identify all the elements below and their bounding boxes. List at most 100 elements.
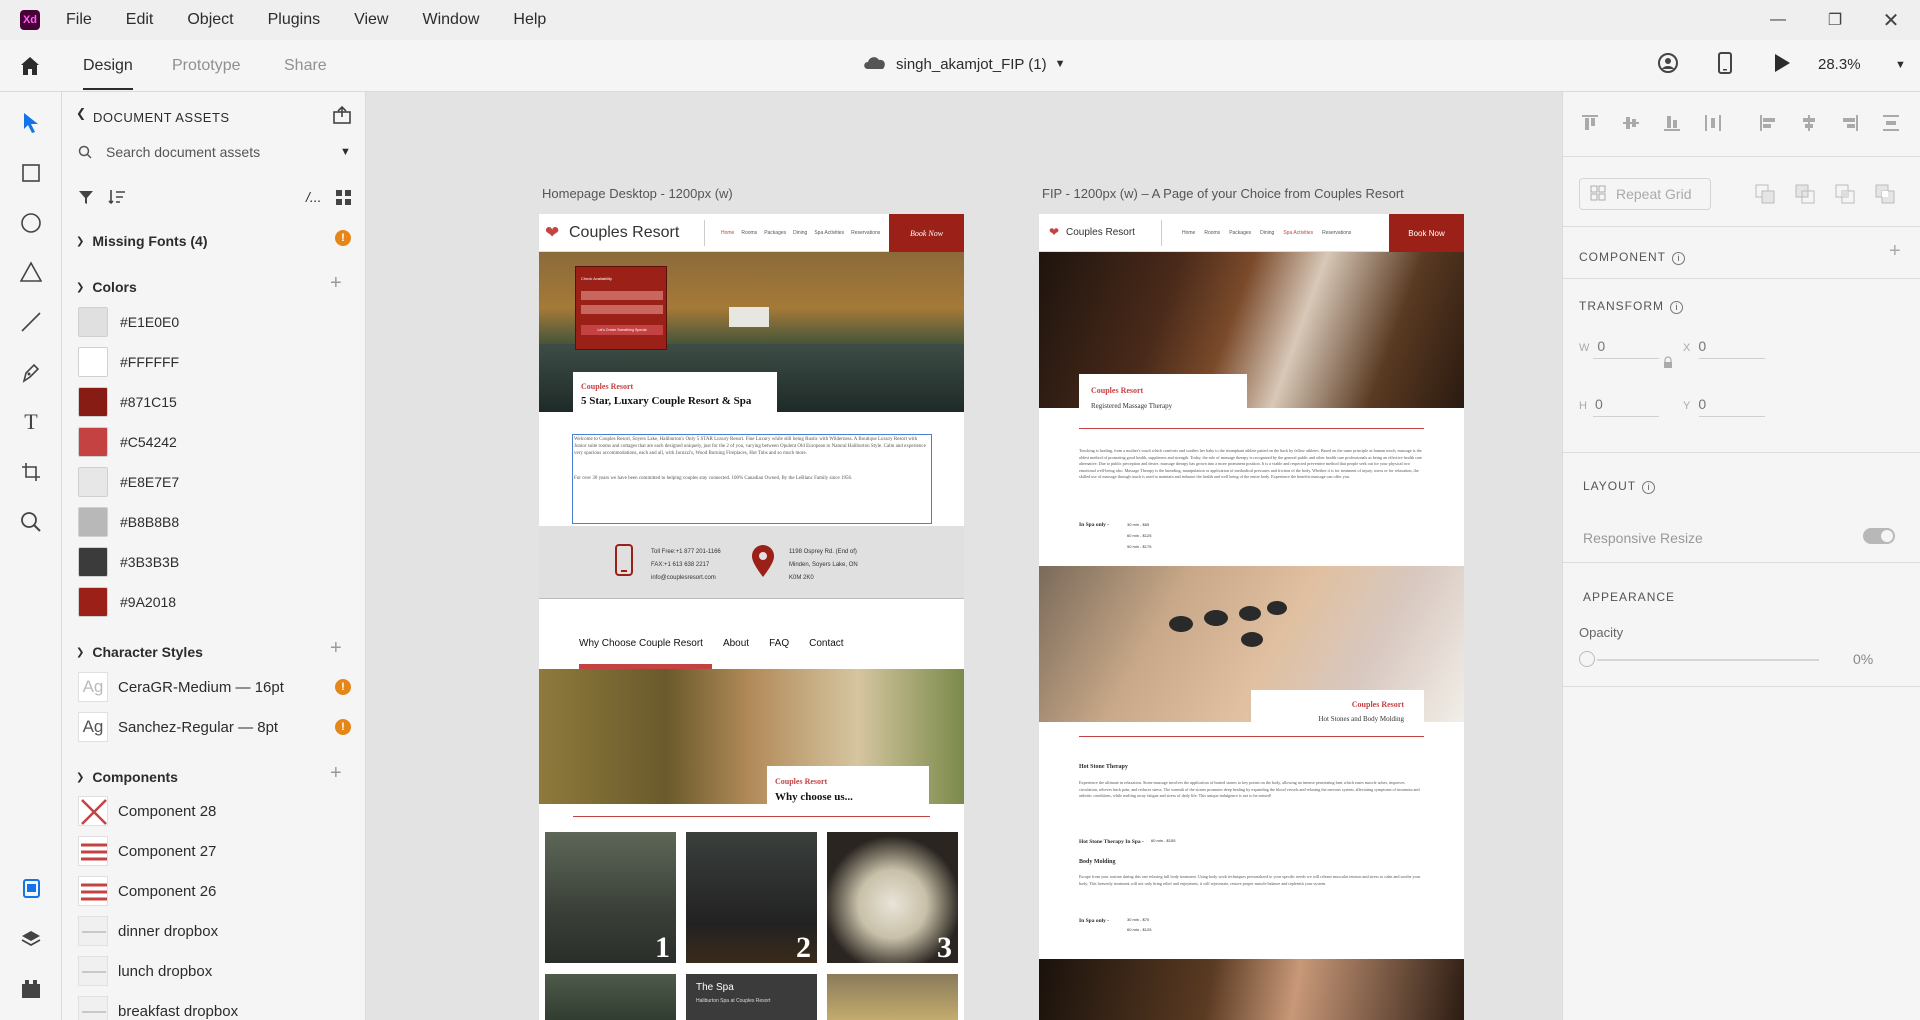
device-preview-icon[interactable] xyxy=(1717,52,1733,79)
align-middle-icon[interactable] xyxy=(1622,114,1640,137)
align-top-icon[interactable] xyxy=(1581,114,1599,137)
responsive-resize-toggle[interactable] xyxy=(1863,528,1895,544)
width-field[interactable]: W0 xyxy=(1579,338,1605,354)
lock-aspect-icon[interactable] xyxy=(1662,356,1674,375)
add-boolean-icon[interactable] xyxy=(1755,184,1775,209)
menu-edit[interactable]: Edit xyxy=(126,11,154,29)
component-row[interactable]: lunch dropbox xyxy=(78,956,212,986)
color-swatch-row[interactable]: #C54242 xyxy=(78,427,177,457)
color-swatch-row[interactable]: #E8E7E7 xyxy=(78,467,179,497)
align-center-icon[interactable] xyxy=(1800,114,1818,137)
play-icon[interactable] xyxy=(1772,52,1792,79)
font-list-icon[interactable]: /... xyxy=(306,189,322,205)
character-style-row[interactable]: Ag Sanchez-Regular — 8pt xyxy=(78,712,278,742)
stone-shape xyxy=(1239,606,1261,621)
distribute-horizontal-icon[interactable] xyxy=(1704,114,1722,137)
rectangle-tool-icon[interactable] xyxy=(19,161,43,185)
component-row[interactable]: dinner dropbox xyxy=(78,916,218,946)
design-canvas[interactable]: Homepage Desktop - 1200px (w) ❤ Couples … xyxy=(366,92,1562,1020)
pen-tool-icon[interactable] xyxy=(19,360,43,384)
grid-view-icon[interactable] xyxy=(336,190,351,210)
share-user-icon[interactable] xyxy=(1657,52,1679,79)
colors-section[interactable]: ❯ Colors xyxy=(76,279,137,295)
color-swatch-row[interactable]: #B8B8B8 xyxy=(78,507,179,537)
color-swatch-row[interactable]: #FFFFFF xyxy=(78,347,179,377)
x-field[interactable]: X0 xyxy=(1683,338,1706,354)
align-bottom-icon[interactable] xyxy=(1663,114,1681,137)
plugins-panel-icon[interactable] xyxy=(19,977,43,1001)
sort-icon[interactable] xyxy=(108,188,126,211)
width-value: 0 xyxy=(1597,338,1606,354)
search-input[interactable]: Search document assets xyxy=(106,144,260,160)
character-style-row[interactable]: Ag CeraGR-Medium — 16pt xyxy=(78,672,284,702)
minimize-icon[interactable]: — xyxy=(1755,0,1801,40)
menu-window[interactable]: Window xyxy=(422,11,479,29)
add-color-icon[interactable]: + xyxy=(330,272,342,295)
filter-icon[interactable] xyxy=(78,189,94,210)
subtract-boolean-icon[interactable] xyxy=(1795,184,1815,209)
y-field[interactable]: Y0 xyxy=(1683,396,1706,412)
artboard-label[interactable]: Homepage Desktop - 1200px (w) xyxy=(542,186,733,201)
opacity-value[interactable]: 0% xyxy=(1853,651,1873,667)
height-field[interactable]: H0 xyxy=(1579,396,1603,412)
export-icon[interactable] xyxy=(332,105,352,129)
opacity-slider-track[interactable] xyxy=(1597,659,1819,661)
add-component-icon[interactable]: + xyxy=(330,762,342,785)
tab-prototype[interactable]: Prototype xyxy=(172,57,240,75)
color-swatch-row[interactable]: #E1E0E0 xyxy=(78,307,179,337)
text-tool-icon[interactable]: T xyxy=(19,409,43,434)
tab-share[interactable]: Share xyxy=(284,57,327,75)
distribute-vertical-icon[interactable] xyxy=(1882,114,1900,137)
align-left-icon[interactable] xyxy=(1759,114,1777,137)
document-title[interactable]: singh_akamjot_FIP (1) ▼ xyxy=(862,54,1066,74)
info-icon[interactable]: i xyxy=(1642,481,1656,494)
layers-panel-icon[interactable] xyxy=(19,927,43,951)
polygon-tool-icon[interactable] xyxy=(19,260,43,284)
home-icon[interactable] xyxy=(18,54,42,83)
color-swatch-row[interactable]: #871C15 xyxy=(78,387,177,417)
divider xyxy=(1563,686,1920,687)
color-swatch-row[interactable]: #9A2018 xyxy=(78,587,176,617)
component-row[interactable]: Component 28 xyxy=(78,796,216,826)
line-tool-icon[interactable] xyxy=(19,310,43,334)
menu-help[interactable]: Help xyxy=(513,11,546,29)
menu-object[interactable]: Object xyxy=(187,11,233,29)
color-hex: #B8B8B8 xyxy=(120,514,180,530)
add-component-state-icon[interactable]: + xyxy=(1889,240,1901,263)
info-icon[interactable]: i xyxy=(1672,252,1685,265)
repeat-grid-button[interactable]: Repeat Grid xyxy=(1579,178,1711,210)
ellipse-tool-icon[interactable] xyxy=(19,211,43,235)
exclude-boolean-icon[interactable] xyxy=(1875,184,1895,209)
zoom-tool-icon[interactable] xyxy=(19,510,43,534)
align-right-icon[interactable] xyxy=(1841,114,1859,137)
artboard-homepage[interactable]: ❤ Couples Resort Home Rooms Packages Din… xyxy=(539,214,964,1020)
search-chevron-icon[interactable]: ▼ xyxy=(340,146,351,158)
zoom-chevron-icon[interactable]: ▼ xyxy=(1895,59,1906,71)
component-row[interactable]: breakfast dropbox xyxy=(78,996,238,1020)
info-icon[interactable]: i xyxy=(1670,301,1683,314)
missing-fonts-section[interactable]: ❯ Missing Fonts (4) xyxy=(76,233,208,249)
color-swatch-row[interactable]: #3B3B3B xyxy=(78,547,179,577)
menu-view[interactable]: View xyxy=(354,11,388,29)
menu-plugins[interactable]: Plugins xyxy=(268,11,320,29)
field-underline xyxy=(1593,358,1659,359)
artboard-fip[interactable]: ❤ Couples Resort Home Rooms Packages Din… xyxy=(1039,214,1464,1020)
menu-file[interactable]: File xyxy=(66,11,92,29)
artboard-tool-icon[interactable] xyxy=(19,460,43,484)
select-tool-icon[interactable] xyxy=(19,111,43,135)
component-row[interactable]: Component 26 xyxy=(78,876,216,906)
component-row[interactable]: Component 27 xyxy=(78,836,216,866)
restore-icon[interactable]: ❐ xyxy=(1812,0,1858,40)
zoom-level[interactable]: 28.3% xyxy=(1818,56,1861,73)
intersect-boolean-icon[interactable] xyxy=(1835,184,1855,209)
tab-design[interactable]: Design xyxy=(83,57,133,90)
components-section[interactable]: ❯ Components xyxy=(76,769,178,785)
assets-panel-icon[interactable] xyxy=(19,877,43,901)
back-chevron-icon[interactable]: ❮ xyxy=(76,106,86,120)
xd-logo: Xd xyxy=(20,10,40,30)
close-icon[interactable]: ✕ xyxy=(1868,0,1914,40)
character-styles-section[interactable]: ❯ Character Styles xyxy=(76,644,203,660)
artboard-label[interactable]: FIP - 1200px (w) – A Page of your Choice… xyxy=(1042,186,1404,201)
add-character-style-icon[interactable]: + xyxy=(330,637,342,660)
opacity-slider-handle[interactable] xyxy=(1579,651,1595,667)
